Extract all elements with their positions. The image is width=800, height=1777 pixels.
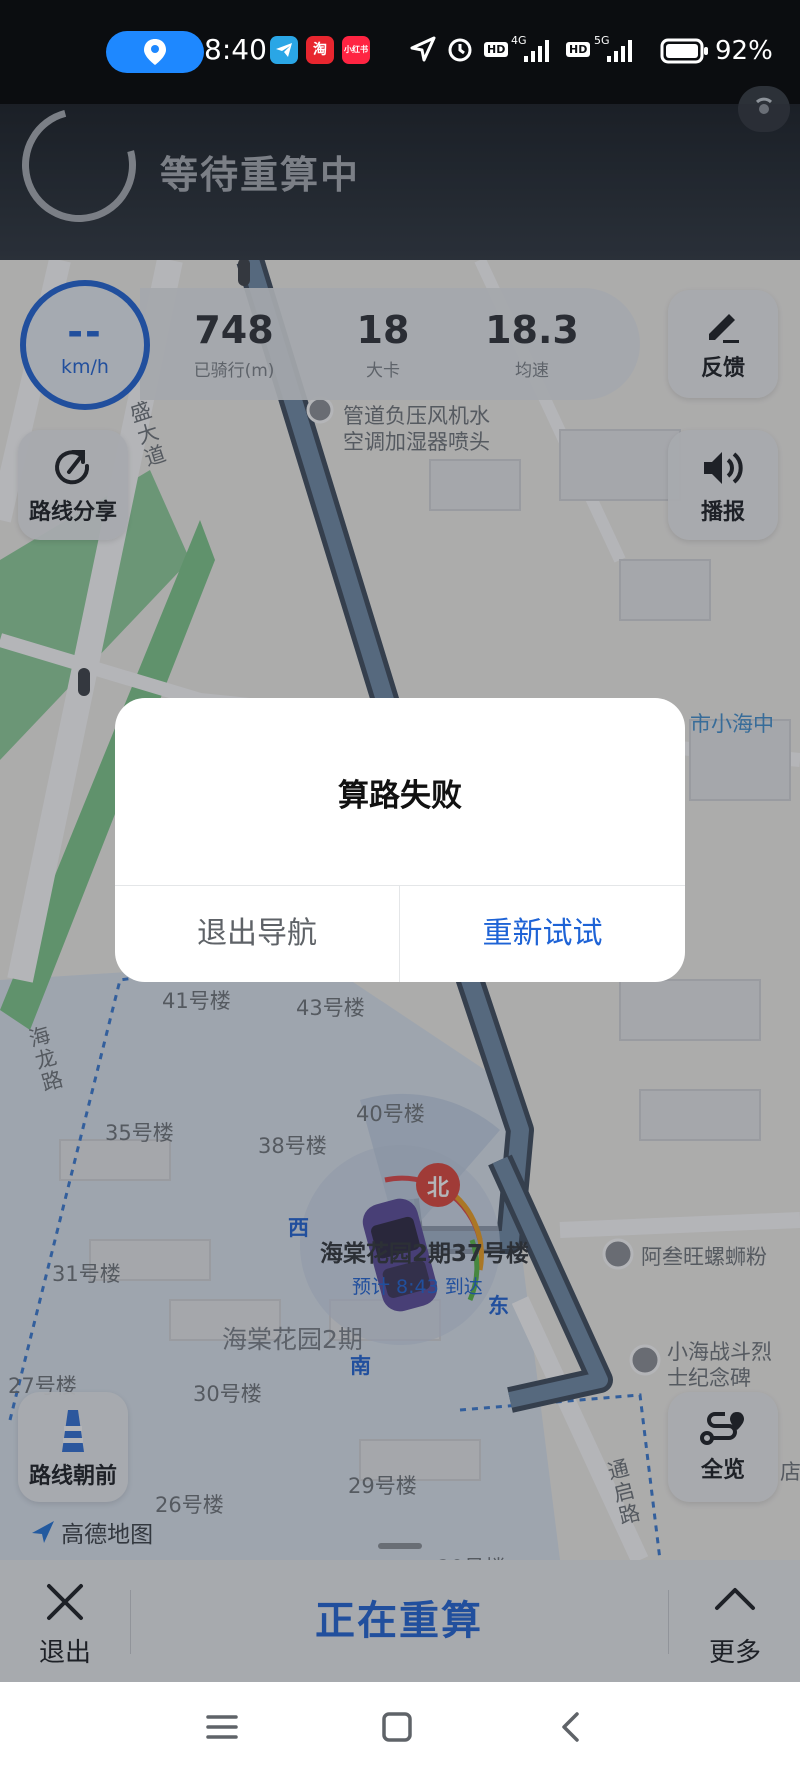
dialog-title: 算路失败	[338, 778, 462, 814]
signal-icon	[524, 40, 549, 62]
exit-navigation-button[interactable]: 退出导航	[115, 886, 399, 982]
telegram-icon	[270, 36, 298, 64]
hd-badge: HD	[484, 42, 509, 57]
status-bar: 8:40 淘 小红书 HD 4G HD 5G 92%	[0, 0, 800, 104]
signal-icon	[607, 40, 632, 62]
battery-percent: 92%	[715, 36, 773, 66]
navigation-arrow-icon	[410, 36, 436, 62]
menu-button[interactable]	[205, 1710, 239, 1748]
back-button[interactable]	[555, 1710, 589, 1748]
home-square-icon	[382, 1712, 412, 1742]
xiaohongshu-icon: 小红书	[342, 36, 370, 64]
back-chevron-icon	[562, 1712, 579, 1742]
battery-icon	[660, 38, 708, 64]
route-failed-dialog: 算路失败 退出导航 重新试试	[115, 698, 685, 982]
location-pill[interactable]	[106, 31, 204, 73]
system-nav-bar	[0, 1682, 800, 1777]
taobao-icon: 淘	[306, 36, 334, 64]
clock: 8:40	[204, 33, 267, 66]
location-pin-icon	[144, 39, 166, 65]
home-button[interactable]	[380, 1710, 414, 1748]
hd-badge: HD	[566, 42, 591, 57]
menu-icon	[206, 1715, 238, 1739]
alarm-icon	[448, 38, 472, 62]
retry-button[interactable]: 重新试试	[400, 886, 685, 982]
